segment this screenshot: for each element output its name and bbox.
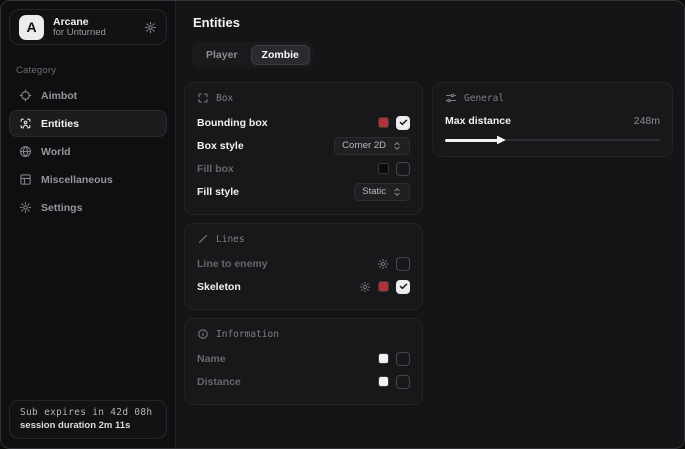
color-swatch[interactable] (378, 376, 389, 387)
box-card: Box Bounding box Box style (184, 82, 423, 215)
sidebar-item-miscellaneous[interactable]: Miscellaneous (9, 166, 167, 193)
sidebar: A Arcane for Unturned Category (1, 1, 176, 448)
box-style-value: Corner 2D (342, 140, 386, 151)
globe-icon (18, 145, 32, 158)
box-card-title: Box (216, 93, 233, 104)
max-distance-label: Max distance (445, 115, 511, 127)
grid-icon (18, 173, 32, 186)
fill-box-checkbox[interactable] (396, 162, 410, 176)
max-distance-slider[interactable] (445, 135, 660, 145)
sidebar-menu: Aimbot Entities (1, 82, 175, 221)
main-panel: Entities Player Zombie Box (176, 1, 685, 448)
bounding-box-row: Bounding box (197, 111, 410, 134)
fill-style-row: Fill style Static (197, 180, 410, 203)
bounding-box-checkbox[interactable] (396, 116, 410, 130)
logo-text: Arcane for Unturned (53, 16, 135, 39)
distance-checkbox[interactable] (396, 375, 410, 389)
line-to-enemy-checkbox[interactable] (396, 257, 410, 271)
gear-icon[interactable] (377, 258, 389, 270)
color-swatch[interactable] (378, 353, 389, 364)
skeleton-checkbox[interactable] (396, 280, 410, 294)
lines-card-header: Lines (197, 233, 410, 245)
sidebar-item-label: Aimbot (41, 90, 77, 102)
fill-box-label: Fill box (197, 163, 234, 175)
sidebar-item-label: Miscellaneous (41, 174, 113, 186)
logo-card: A Arcane for Unturned (9, 9, 167, 45)
fill-style-dropdown[interactable]: Static (354, 183, 410, 201)
tab-group: Player Zombie (192, 42, 313, 68)
lines-card: Lines Line to enemy (184, 223, 423, 310)
crosshair-icon (18, 89, 32, 102)
app-subtitle: for Unturned (53, 28, 135, 39)
sidebar-item-settings[interactable]: Settings (9, 194, 167, 221)
sub-expiry-text: Sub expires in 42d 08h (20, 407, 156, 418)
name-row: Name (197, 347, 410, 370)
max-distance-value: 248m (634, 115, 660, 127)
gear-icon (18, 201, 32, 214)
lines-card-title: Lines (216, 234, 245, 245)
gear-icon[interactable] (359, 281, 371, 293)
chevrons-up-down-icon (392, 187, 402, 197)
app-logo: A (19, 15, 44, 40)
sidebar-item-world[interactable]: World (9, 138, 167, 165)
skeleton-row: Skeleton (197, 275, 410, 298)
sliders-icon (445, 92, 457, 104)
sidebar-item-entities[interactable]: Entities (9, 110, 167, 137)
slider-thumb[interactable] (497, 136, 506, 145)
line-to-enemy-label: Line to enemy (197, 258, 268, 270)
session-duration-text: session duration 2m 11s (20, 420, 156, 431)
information-card-header: Information (197, 328, 410, 340)
subscription-card: Sub expires in 42d 08h session duration … (9, 400, 167, 439)
scan-icon (18, 117, 32, 130)
chevrons-up-down-icon (392, 141, 402, 151)
information-card-title: Information (216, 329, 279, 340)
max-distance-row: Max distance 248m (445, 111, 660, 131)
name-checkbox[interactable] (396, 352, 410, 366)
color-swatch[interactable] (378, 163, 389, 174)
tab-player[interactable]: Player (195, 45, 249, 65)
tab-zombie[interactable]: Zombie (251, 45, 310, 65)
page-title: Entities (193, 15, 673, 30)
app-window: A Arcane for Unturned Category (0, 0, 685, 449)
general-card-header: General (445, 92, 660, 104)
category-label: Category (16, 65, 175, 76)
color-swatch[interactable] (378, 117, 389, 128)
line-to-enemy-row: Line to enemy (197, 252, 410, 275)
right-column: General Max distance 248m (432, 82, 673, 157)
cards-area: Box Bounding box Box style (184, 82, 673, 405)
app-title: Arcane (53, 16, 135, 28)
skeleton-label: Skeleton (197, 281, 241, 293)
corners-icon (197, 92, 209, 104)
name-label: Name (197, 353, 226, 365)
diagonal-line-icon (197, 233, 209, 245)
distance-row: Distance (197, 370, 410, 393)
sidebar-item-label: World (41, 146, 71, 158)
box-style-row: Box style Corner 2D (197, 134, 410, 157)
information-card: Information Name Distance (184, 318, 423, 405)
bounding-box-label: Bounding box (197, 117, 268, 129)
distance-label: Distance (197, 376, 241, 388)
slider-fill (445, 139, 499, 142)
fill-style-label: Fill style (197, 186, 239, 198)
fill-box-row: Fill box (197, 157, 410, 180)
gear-icon[interactable] (144, 21, 157, 34)
general-card-title: General (464, 93, 504, 104)
general-card: General Max distance 248m (432, 82, 673, 157)
box-style-label: Box style (197, 140, 244, 152)
sidebar-item-aimbot[interactable]: Aimbot (9, 82, 167, 109)
fill-style-value: Static (362, 186, 386, 197)
box-card-header: Box (197, 92, 410, 104)
sidebar-item-label: Settings (41, 202, 82, 214)
sidebar-item-label: Entities (41, 118, 79, 130)
left-column: Box Bounding box Box style (184, 82, 423, 405)
box-style-dropdown[interactable]: Corner 2D (334, 137, 410, 155)
color-swatch[interactable] (378, 281, 389, 292)
info-icon (197, 328, 209, 340)
